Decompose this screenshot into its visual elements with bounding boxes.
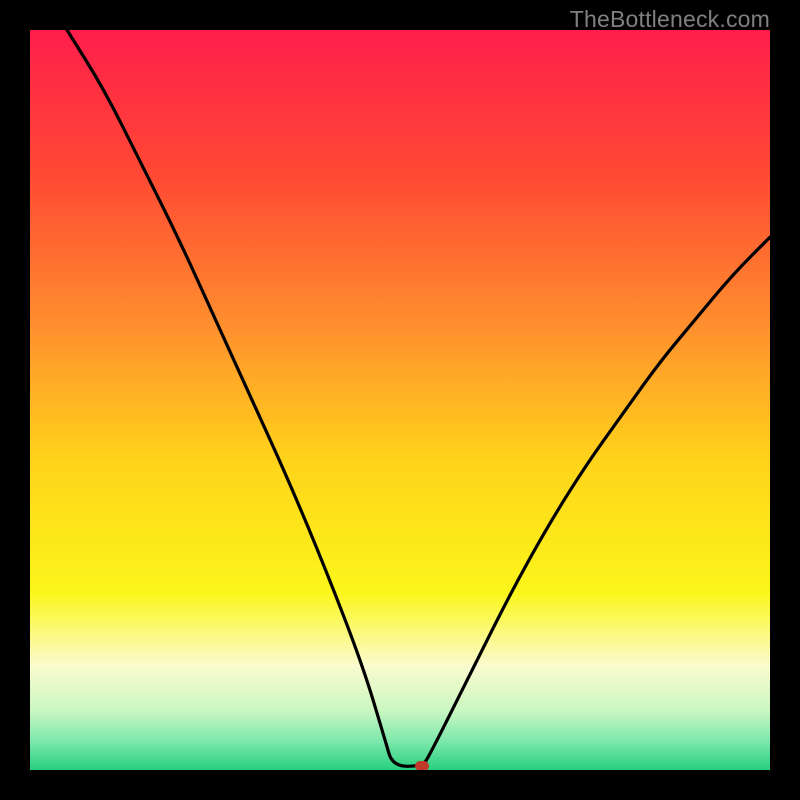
plot-area <box>30 30 770 770</box>
chart-stage: TheBottleneck.com <box>0 0 800 800</box>
optimal-point-marker <box>415 761 429 770</box>
bottleneck-curve <box>30 30 770 770</box>
watermark-label: TheBottleneck.com <box>570 6 770 33</box>
